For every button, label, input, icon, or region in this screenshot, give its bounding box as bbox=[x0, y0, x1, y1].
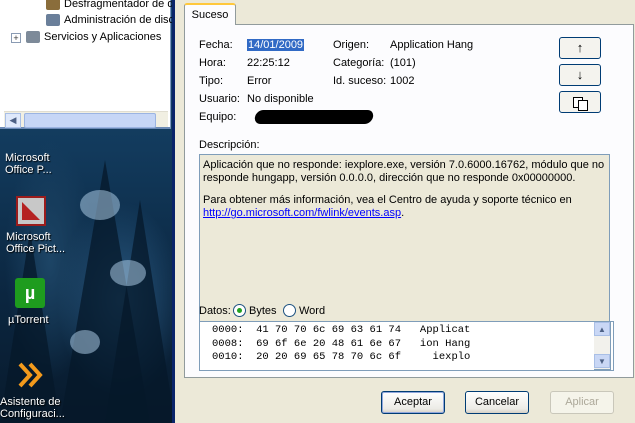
tree-item-disk-management[interactable]: Administración de disc bbox=[46, 12, 174, 28]
hora-label: Hora: bbox=[199, 57, 226, 69]
tree-item-defrag[interactable]: Desfragmentador de d bbox=[46, 0, 173, 12]
binary-data-box[interactable]: 0000: 41 70 70 6c 69 63 61 74 Applicat 00… bbox=[199, 321, 614, 371]
event-properties-dialog: Suceso Fecha: 14/01/2009 Hora: 22:25:12 … bbox=[172, 0, 635, 423]
help-link[interactable]: http://go.microsoft.com/fwlink/events.as… bbox=[203, 207, 401, 219]
usuario-label: Usuario: bbox=[199, 93, 240, 105]
copy-icon bbox=[573, 96, 588, 111]
hex-line: 0010: 20 20 69 65 78 70 6c 6f iexplo bbox=[212, 351, 471, 363]
office-icon-label: Microsoft Office P... bbox=[5, 152, 52, 176]
previous-event-button[interactable]: ↑ bbox=[559, 37, 601, 59]
tipo-value: Error bbox=[247, 75, 272, 87]
dialog-body: Suceso Fecha: 14/01/2009 Hora: 22:25:12 … bbox=[175, 0, 635, 423]
fecha-value: 14/01/2009 bbox=[247, 39, 305, 51]
description-textbox[interactable]: Aplicación que no responde: iexplore.exe… bbox=[199, 154, 610, 322]
data-vertical-scrollbar[interactable]: ▲ ▼ bbox=[594, 321, 611, 370]
tree-item-label: Desfragmentador de d bbox=[64, 0, 174, 10]
services-icon bbox=[26, 31, 40, 44]
tree-silhouette bbox=[0, 230, 60, 423]
word-radio-label[interactable]: Word bbox=[299, 304, 325, 318]
data-label: Datos: bbox=[199, 305, 231, 317]
fecha-label: Fecha: bbox=[199, 39, 233, 51]
utorrent-label: µTorrent bbox=[8, 314, 49, 326]
snow-patch bbox=[80, 190, 120, 220]
copy-to-clipboard-button[interactable] bbox=[559, 91, 601, 113]
desktop-icon-office[interactable]: Microsoft Office P... bbox=[5, 152, 52, 176]
hora-value: 22:25:12 bbox=[247, 57, 290, 69]
disk-management-icon bbox=[46, 14, 60, 27]
id-suceso-value: 1002 bbox=[390, 75, 415, 87]
horizontal-scrollbar[interactable]: ◀ bbox=[4, 111, 168, 128]
arrow-down-icon: ↓ bbox=[576, 67, 584, 82]
utorrent-icon: µ bbox=[15, 278, 45, 308]
hex-line: 0000: 41 70 70 6c 69 63 61 74 Applicat bbox=[212, 324, 471, 336]
arrow-up-icon: ↑ bbox=[576, 40, 584, 55]
wizard-arrows-icon bbox=[16, 360, 46, 390]
redacted-computer-name bbox=[253, 110, 375, 124]
tipo-label: Tipo: bbox=[199, 75, 224, 87]
tree-item-label: Servicios y Aplicaciones bbox=[44, 31, 162, 43]
bytes-radio[interactable] bbox=[233, 304, 246, 317]
origen-label: Origen: bbox=[333, 39, 370, 51]
snow-patch bbox=[110, 260, 146, 286]
cancel-button[interactable]: Cancelar bbox=[465, 391, 529, 414]
tab-suceso[interactable]: Suceso bbox=[184, 3, 236, 25]
apply-button[interactable]: Aplicar bbox=[550, 391, 614, 414]
word-radio[interactable] bbox=[283, 304, 296, 317]
defrag-icon bbox=[46, 0, 60, 11]
ok-button[interactable]: Aceptar bbox=[381, 391, 445, 414]
computer-management-tree-window: Desfragmentador de d Administración de d… bbox=[0, 0, 174, 129]
snow-patch bbox=[70, 330, 100, 354]
link-suffix: . bbox=[401, 207, 405, 219]
description-label: Descripción: bbox=[199, 139, 260, 151]
expand-plus-icon[interactable]: + bbox=[11, 33, 21, 43]
bytes-radio-label[interactable]: Bytes bbox=[249, 304, 277, 318]
description-help-text: Para obtener más información, vea el Cen… bbox=[203, 194, 572, 206]
setup-wizard-label: Asistente de Configuraci... bbox=[0, 396, 65, 420]
origen-value: Application Hang bbox=[390, 39, 474, 51]
usuario-value: No disponible bbox=[247, 93, 314, 105]
scroll-up-icon[interactable]: ▲ bbox=[594, 322, 610, 336]
office-picture-manager-label: Microsoft Office Pict... bbox=[6, 231, 66, 255]
categoria-value: (101) bbox=[390, 57, 416, 69]
tree-item-label: Administración de disc bbox=[64, 14, 175, 26]
scroll-down-icon[interactable]: ▼ bbox=[594, 354, 610, 368]
next-event-button[interactable]: ↓ bbox=[559, 64, 601, 86]
id-suceso-label: Id. suceso: bbox=[333, 75, 387, 87]
categoria-label: Categoría: bbox=[333, 57, 385, 69]
equipo-label: Equipo: bbox=[199, 111, 237, 123]
description-paragraph: Aplicación que no responde: iexplore.exe… bbox=[203, 159, 605, 184]
hex-line: 0008: 69 6f 6e 20 48 61 6e 67 ion Hang bbox=[212, 337, 471, 350]
scroll-left-icon[interactable]: ◀ bbox=[5, 113, 21, 128]
tree-item-services[interactable]: Servicios y Aplicaciones bbox=[26, 29, 161, 45]
scroll-thumb[interactable] bbox=[24, 113, 156, 128]
office-picture-manager-icon bbox=[16, 196, 46, 226]
tab-panel: Fecha: 14/01/2009 Hora: 22:25:12 Tipo: E… bbox=[184, 24, 634, 378]
